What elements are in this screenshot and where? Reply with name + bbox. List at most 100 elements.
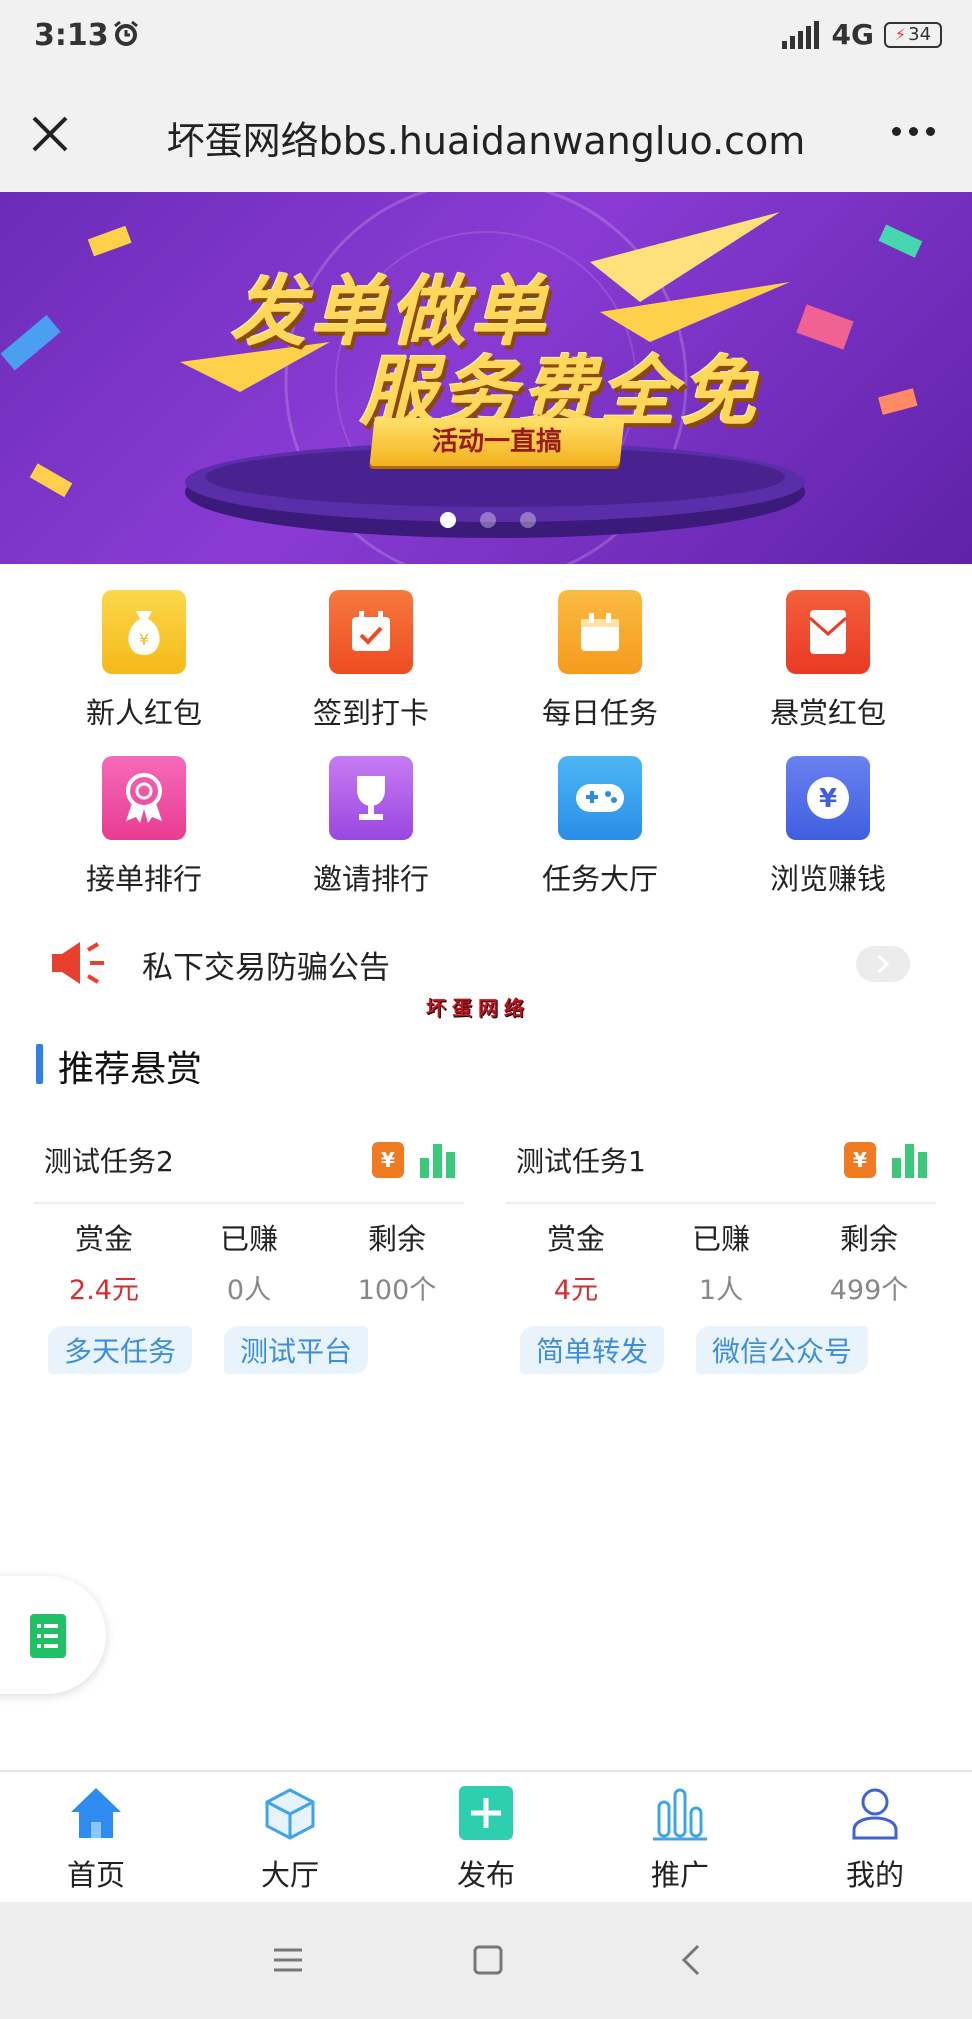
calendar-icon bbox=[558, 590, 642, 674]
grid-item-label: 浏览赚钱 bbox=[769, 862, 886, 896]
megaphone-icon bbox=[52, 942, 104, 984]
grid-item-new-user-bonus[interactable]: ¥ 新人红包 bbox=[44, 590, 244, 732]
floating-notes-button[interactable] bbox=[0, 1576, 106, 1694]
system-navigation-bar bbox=[0, 1902, 972, 2019]
grid-item-label: 每日任务 bbox=[541, 696, 658, 730]
stat-value: 0人 bbox=[226, 1275, 272, 1306]
alarm-icon bbox=[114, 20, 138, 46]
browser-title-bar: 坏蛋网络bbs.huaidanwangluo.com bbox=[0, 80, 972, 192]
battery-level: 34 bbox=[908, 24, 932, 45]
tab-publish[interactable]: 发布 bbox=[416, 1784, 556, 1894]
stat-reward: 赏金 4元 bbox=[506, 1216, 646, 1307]
stat-value: 1人 bbox=[698, 1275, 744, 1306]
money-bag-icon: ¥ bbox=[102, 590, 186, 674]
tab-label: 推广 bbox=[650, 1858, 709, 1892]
tab-label: 大厅 bbox=[260, 1858, 319, 1892]
stat-earned: 已赚 1人 bbox=[651, 1216, 791, 1307]
notice-bar[interactable]: 私下交易防骗公告 bbox=[0, 930, 972, 1000]
bar-chart-icon bbox=[420, 1144, 455, 1178]
menu-icon[interactable] bbox=[268, 1940, 308, 1980]
stat-label: 赏金 bbox=[546, 1222, 605, 1256]
promo-banner[interactable]: 发单做单 服务费全免 活动一直搞 bbox=[0, 192, 972, 564]
watermark-text: 坏蛋网络 bbox=[426, 996, 530, 1020]
grid-item-label: 任务大厅 bbox=[541, 862, 658, 896]
task-tag[interactable]: 多天任务 bbox=[48, 1326, 193, 1374]
trophy-icon bbox=[329, 756, 413, 840]
cube-icon bbox=[265, 1788, 315, 1840]
carousel-dot[interactable] bbox=[480, 512, 496, 528]
divider bbox=[506, 1202, 936, 1204]
more-dot-icon bbox=[909, 126, 918, 136]
grid-item-check-in[interactable]: 签到打卡 bbox=[271, 590, 471, 732]
bottom-tab-bar: 首页 大厅 发布 推广 我的 bbox=[0, 1770, 972, 1904]
back-icon[interactable] bbox=[672, 1940, 712, 1980]
calendar-check-icon bbox=[329, 590, 413, 674]
grid-item-reward-envelope[interactable]: 悬赏红包 bbox=[728, 590, 928, 732]
stat-remaining: 剩余 499个 bbox=[799, 1216, 939, 1307]
task-tags: 多天任务 测试平台 bbox=[48, 1326, 369, 1374]
stat-value: 499个 bbox=[829, 1275, 909, 1306]
tab-promote[interactable]: 推广 bbox=[610, 1784, 750, 1894]
stat-value: 4元 bbox=[553, 1275, 599, 1306]
grid-item-label: 新人红包 bbox=[85, 696, 202, 730]
grid-item-invite-ranking[interactable]: 邀请排行 bbox=[271, 756, 471, 898]
gamepad-icon bbox=[558, 756, 642, 840]
task-card[interactable]: 测试任务1 ¥ 赏金 4元 已赚 1人 剩余 499个 简单转发 微信公众号 bbox=[506, 1118, 936, 1388]
task-badges: ¥ bbox=[372, 1140, 458, 1180]
svg-text:¥: ¥ bbox=[819, 784, 837, 814]
grid-item-label: 签到打卡 bbox=[312, 696, 429, 730]
carousel-dot[interactable] bbox=[440, 512, 456, 528]
task-card[interactable]: 测试任务2 ¥ 赏金 2.4元 已赚 0人 剩余 100个 多天任务 测试平台 bbox=[34, 1118, 464, 1388]
divider bbox=[34, 1202, 464, 1204]
grid-item-label: 悬赏红包 bbox=[769, 696, 886, 730]
signal-icon bbox=[781, 20, 819, 49]
carousel-indicator bbox=[440, 512, 536, 528]
grid-item-label: 邀请排行 bbox=[312, 862, 429, 896]
banner-ribbon: 活动一直搞 bbox=[369, 418, 625, 466]
user-icon bbox=[852, 1788, 898, 1840]
grid-item-browse-earn[interactable]: ¥ 浏览赚钱 bbox=[728, 756, 928, 898]
task-badges: ¥ bbox=[844, 1140, 930, 1180]
section-accent-bar bbox=[36, 1044, 43, 1084]
chevron-right-icon bbox=[877, 954, 890, 974]
bar-chart-icon bbox=[653, 1788, 707, 1841]
banner-ribbon-text: 活动一直搞 bbox=[431, 427, 562, 457]
grid-item-order-ranking[interactable]: 接单排行 bbox=[44, 756, 244, 898]
task-tag[interactable]: 测试平台 bbox=[224, 1326, 369, 1374]
reward-badge-icon: ¥ bbox=[844, 1142, 876, 1178]
stat-label: 已赚 bbox=[691, 1222, 750, 1256]
grid-item-task-hall[interactable]: 任务大厅 bbox=[500, 756, 700, 898]
task-title: 测试任务2 bbox=[44, 1145, 174, 1178]
tab-home[interactable]: 首页 bbox=[26, 1784, 166, 1894]
task-tag[interactable]: 微信公众号 bbox=[696, 1326, 869, 1374]
grid-item-daily-tasks[interactable]: 每日任务 bbox=[500, 590, 700, 732]
task-title: 测试任务1 bbox=[516, 1145, 646, 1178]
document-icon bbox=[30, 1614, 66, 1658]
task-tag[interactable]: 简单转发 bbox=[520, 1326, 665, 1374]
home-square-icon[interactable] bbox=[468, 1940, 508, 1980]
red-envelope-icon bbox=[786, 590, 870, 674]
medal-icon bbox=[102, 756, 186, 840]
stat-label: 剩余 bbox=[839, 1222, 898, 1256]
charging-icon: ⚡ bbox=[894, 25, 907, 44]
more-dot-icon bbox=[892, 126, 901, 136]
svg-text:¥: ¥ bbox=[139, 630, 149, 649]
yen-coin-icon: ¥ bbox=[786, 756, 870, 840]
stat-label: 赏金 bbox=[74, 1222, 133, 1256]
stat-value: 100个 bbox=[357, 1275, 437, 1306]
battery-indicator: ⚡ 34 bbox=[884, 21, 942, 48]
notice-arrow-button[interactable] bbox=[856, 946, 910, 982]
stat-remaining: 剩余 100个 bbox=[327, 1216, 467, 1307]
status-time: 3:13 bbox=[34, 18, 109, 53]
tab-hall[interactable]: 大厅 bbox=[220, 1784, 360, 1894]
bar-chart-icon bbox=[892, 1144, 927, 1178]
carousel-dot[interactable] bbox=[520, 512, 536, 528]
plus-icon bbox=[459, 1786, 513, 1840]
page-title: 坏蛋网络bbs.huaidanwangluo.com bbox=[166, 119, 806, 163]
stat-reward: 赏金 2.4元 bbox=[34, 1216, 174, 1307]
home-icon bbox=[71, 1788, 121, 1838]
section-title: 推荐悬赏 bbox=[58, 1049, 203, 1090]
more-options-button[interactable] bbox=[892, 116, 942, 146]
tab-mine[interactable]: 我的 bbox=[805, 1784, 945, 1894]
more-dot-icon bbox=[926, 126, 935, 136]
